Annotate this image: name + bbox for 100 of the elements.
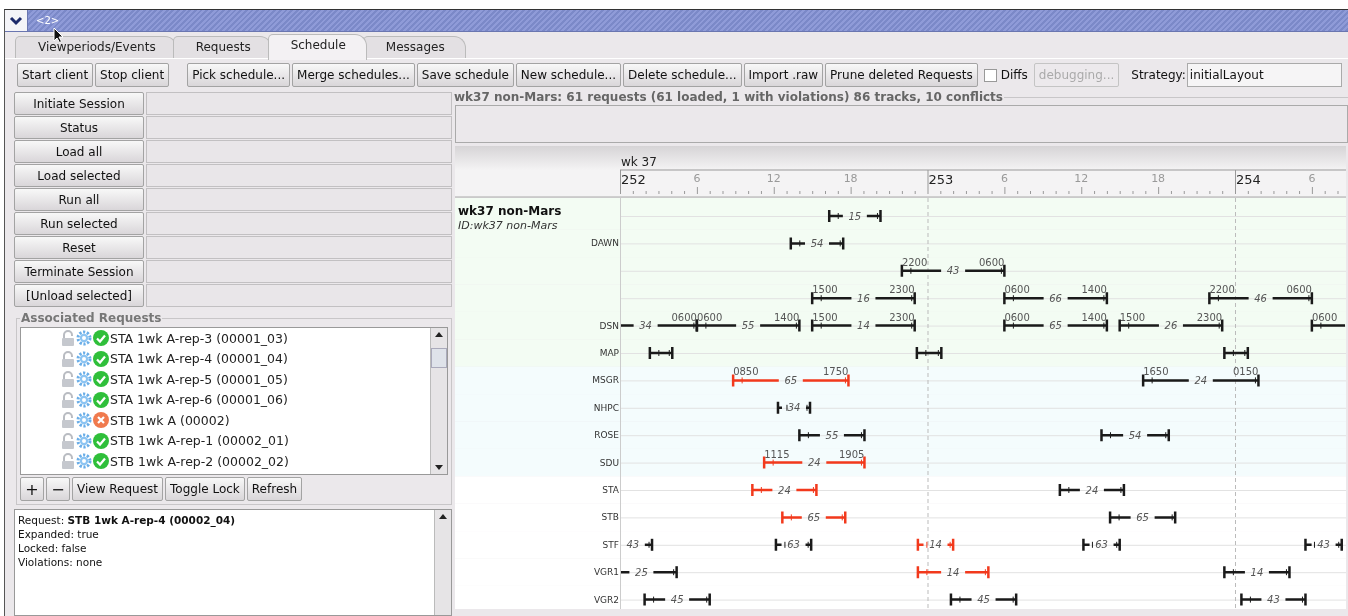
request-item[interactable]: STA 1wk A-rep-3 (00001_03) xyxy=(21,328,430,349)
request-item[interactable]: STA 1wk A-rep-4 (00001_04) xyxy=(21,348,430,369)
track-bar[interactable] xyxy=(915,345,943,361)
gear-icon xyxy=(76,432,92,449)
toolbar-button[interactable]: Prune deleted Requests xyxy=(825,63,978,87)
scrollbar[interactable] xyxy=(434,510,451,615)
request-label: STA 1wk A-rep-4 (00001_04) xyxy=(110,351,288,367)
toolbar-button[interactable]: Merge schedules... xyxy=(292,63,415,87)
detail-line: Request: STB 1wk A-rep-4 (00002_04) xyxy=(18,513,237,527)
time-label: 1650 xyxy=(1143,366,1169,378)
detail-line: Locked: false xyxy=(18,541,88,555)
scroll-thumb[interactable] xyxy=(431,348,447,368)
row-label: MSGR xyxy=(592,375,619,386)
duration-label: 26 xyxy=(1164,320,1178,332)
hour-label: 6 xyxy=(1308,172,1316,185)
chevron-icon[interactable] xyxy=(9,15,23,26)
duration-label: 45 xyxy=(977,594,990,606)
list-button[interactable]: View Request xyxy=(72,477,164,501)
session-button[interactable]: Reset xyxy=(14,236,144,259)
list-tool-button[interactable]: − xyxy=(46,477,70,501)
toolbar-button[interactable]: Stop client xyxy=(95,63,170,87)
track-bar[interactable] xyxy=(619,566,678,579)
toolbar-button[interactable]: New schedule... xyxy=(515,63,622,87)
request-item[interactable]: STA 1wk A-rep-6 (00001_06) xyxy=(21,389,430,410)
track-bar[interactable] xyxy=(1223,564,1291,580)
list-button[interactable]: Refresh xyxy=(246,477,303,501)
time-label: 1115 xyxy=(764,448,790,460)
track-bar[interactable] xyxy=(1082,537,1121,553)
duration-label: 14 xyxy=(946,566,960,578)
toolbar-button[interactable]: Pick schedule... xyxy=(187,63,291,87)
gear-icon xyxy=(76,371,92,388)
track-bar[interactable] xyxy=(1310,319,1345,332)
track-bar[interactable] xyxy=(1240,592,1307,607)
toolbar-button[interactable]: Start client xyxy=(17,63,94,87)
duration-label: 15 xyxy=(848,210,862,222)
request-item[interactable]: STB 1wk A-rep-1 (00002_01) xyxy=(21,430,430,451)
duration-label: 14 xyxy=(857,320,870,332)
row-label: NHPC xyxy=(593,402,619,413)
time-label: 1500 xyxy=(1119,311,1146,323)
window-menu-button[interactable] xyxy=(5,10,28,31)
hour-label: 6 xyxy=(1000,172,1008,185)
panel-title: Associated Requests xyxy=(20,311,163,325)
duration-label: 24 xyxy=(807,457,821,469)
session-button[interactable]: Load selected xyxy=(14,164,144,187)
track-bar[interactable] xyxy=(949,592,1018,607)
track-bar[interactable] xyxy=(643,592,711,607)
track-bar[interactable] xyxy=(1100,427,1170,443)
duration-label: 43 xyxy=(946,265,960,277)
track-bar[interactable] xyxy=(916,564,990,580)
time-label: 0150 xyxy=(1233,366,1259,378)
track-bar[interactable] xyxy=(644,538,654,551)
time-label: 0600 xyxy=(1004,311,1030,323)
track-bar[interactable] xyxy=(1108,510,1177,525)
request-item[interactable]: STA 1wk A-rep-5 (00001_05) xyxy=(21,369,430,390)
duration-label: 16 xyxy=(857,292,870,304)
track-bar[interactable] xyxy=(751,482,818,498)
tab[interactable]: Messages xyxy=(362,36,466,58)
session-button[interactable]: Load all xyxy=(14,140,144,163)
track-bar[interactable] xyxy=(1141,373,1260,388)
track-bar[interactable] xyxy=(781,510,847,525)
session-button[interactable]: Terminate Session xyxy=(14,260,144,283)
session-button[interactable]: Initiate Session xyxy=(14,92,144,115)
track-bar[interactable] xyxy=(776,400,812,416)
request-item[interactable]: STB 1wk A (00002) xyxy=(21,410,430,431)
track-bar[interactable] xyxy=(1058,482,1126,498)
tab[interactable]: Schedule xyxy=(267,34,367,60)
time-label: 1500 xyxy=(812,311,838,323)
gear-icon xyxy=(76,350,92,367)
duration-label: 55 xyxy=(741,320,755,332)
track-bar[interactable] xyxy=(798,427,866,443)
list-button[interactable]: Toggle Lock xyxy=(165,477,245,501)
row-label: ROSE xyxy=(594,430,619,441)
duration-label: 34 xyxy=(639,320,652,332)
session-button[interactable]: Status xyxy=(14,116,144,139)
error-icon xyxy=(93,412,109,429)
gear-icon xyxy=(76,412,92,429)
track-bar[interactable] xyxy=(648,345,674,361)
track-bar[interactable] xyxy=(789,236,845,251)
track-bar[interactable] xyxy=(1223,345,1250,361)
duration-label: 24 xyxy=(1085,484,1099,496)
track-bar[interactable] xyxy=(916,537,955,553)
day-label: 253 xyxy=(928,172,954,187)
group-name: wk37 non-Mars xyxy=(458,204,562,218)
list-tool-button[interactable]: + xyxy=(20,477,44,501)
toolbar-button[interactable]: Save schedule xyxy=(416,63,514,87)
checkbox-label[interactable]: Diffs xyxy=(1000,68,1028,82)
track-bar[interactable] xyxy=(731,373,850,388)
scrollbar[interactable] xyxy=(430,328,447,474)
track-bar[interactable] xyxy=(1304,537,1343,553)
strategy-field[interactable]: initialLayout xyxy=(1186,63,1342,87)
toolbar-button[interactable]: Import .raw xyxy=(743,63,824,87)
session-button[interactable]: [Unload selected] xyxy=(14,284,144,307)
request-item[interactable]: STB 1wk A-rep-2 (00002_02) xyxy=(21,451,430,472)
time-label: 0600 xyxy=(1311,311,1338,323)
checkbox[interactable] xyxy=(983,68,997,82)
track-bar[interactable] xyxy=(828,208,882,224)
track-bar[interactable] xyxy=(774,537,813,553)
session-button[interactable]: Run all xyxy=(14,188,144,211)
toolbar-button[interactable]: Delete schedule... xyxy=(623,63,742,87)
session-button[interactable]: Run selected xyxy=(14,212,144,235)
